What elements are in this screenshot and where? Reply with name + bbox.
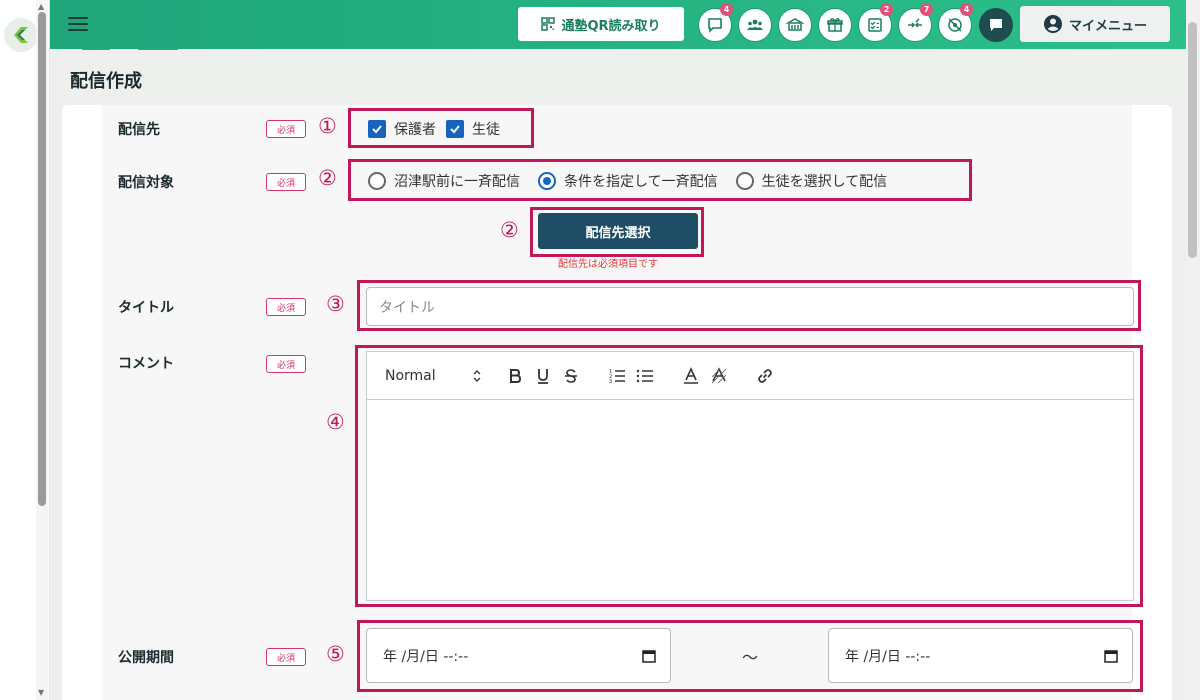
period-label: 公開期間 [118, 650, 174, 666]
scroll-down-arrow-icon[interactable]: ▼ [38, 688, 44, 697]
checkbox-student-label: 生徒 [472, 122, 500, 138]
start-datetime-input[interactable]: 年 /月/日 --:-- [366, 628, 671, 683]
required-badge: 必須 [266, 648, 306, 666]
radio-condition-broadcast[interactable]: 条件を指定して一斉配信 [538, 171, 718, 191]
format-select-value: Normal [385, 367, 436, 384]
annotation-number: ⑤ [326, 642, 345, 666]
link-icon[interactable] [755, 366, 775, 386]
checklist-badge: 2 [880, 3, 893, 16]
transfer-button[interactable]: 7 [898, 3, 933, 42]
location-off-button[interactable]: 4 [938, 3, 973, 42]
my-menu-button[interactable]: マイメニュー [1020, 6, 1170, 42]
transfer-icon [908, 18, 922, 28]
radio-unchecked-icon[interactable] [735, 172, 754, 190]
ordered-list-icon[interactable]: 123 [607, 366, 627, 386]
checklist-button[interactable]: 2 [858, 3, 893, 42]
destination-checkboxes: 保護者 生徒 [368, 119, 510, 139]
my-menu-label: マイメニュー [1068, 18, 1147, 34]
checkbox-checked-icon[interactable] [368, 120, 386, 138]
radio-unchecked-icon[interactable] [368, 172, 386, 190]
required-badge: 必須 [266, 173, 306, 191]
checkbox-guardian[interactable]: 保護者 [368, 119, 436, 139]
period-separator: ～ [742, 648, 759, 667]
account-icon [1043, 15, 1062, 33]
radio-checked-icon[interactable] [538, 172, 556, 190]
scroll-up-arrow-icon[interactable]: ▲ [38, 2, 44, 11]
sidebar-scroll-thumb[interactable] [38, 12, 46, 506]
title-label: タイトル [118, 300, 174, 316]
calendar-icon[interactable] [1104, 649, 1118, 663]
underline-icon[interactable] [533, 366, 553, 386]
required-badge: 必須 [266, 298, 306, 316]
format-select[interactable]: Normal [385, 368, 481, 384]
gift-icon [827, 18, 843, 32]
school-icon [786, 18, 804, 31]
message-icon [990, 19, 1002, 31]
checklist-icon [868, 18, 882, 32]
required-badge: 必須 [266, 120, 306, 138]
target-radio-group: 沼津駅前に一斉配信 条件を指定して一斉配信 生徒を選択して配信 [368, 171, 905, 191]
svg-text:3: 3 [609, 379, 612, 384]
destination-label: 配信先 [118, 122, 160, 138]
strikethrough-icon[interactable] [561, 366, 581, 386]
annotation-number: ② [500, 218, 519, 242]
required-badge: 必須 [266, 355, 306, 373]
radio-school-broadcast[interactable]: 沼津駅前に一斉配信 [368, 171, 520, 191]
checkbox-student[interactable]: 生徒 [446, 119, 500, 139]
transfer-badge: 7 [920, 3, 933, 16]
radio-select-students-label: 生徒を選択して配信 [761, 174, 888, 190]
annotation-number: ③ [326, 292, 345, 316]
radio-condition-broadcast-label: 条件を指定して一斉配信 [564, 174, 718, 190]
end-datetime-value: 年 /月/日 --:-- [845, 648, 931, 665]
target-label: 配信対象 [118, 175, 174, 191]
checkbox-guardian-label: 保護者 [394, 122, 436, 138]
select-arrows-icon [473, 369, 481, 382]
qr-scan-label: 通塾QR読み取り [561, 18, 661, 34]
annotation-number: ④ [326, 410, 345, 434]
page-title: 配信作成 [70, 71, 142, 92]
breadcrumb [82, 49, 234, 53]
title-input[interactable]: タイトル [366, 287, 1134, 326]
chat-button[interactable]: 4 [698, 3, 733, 42]
group-icon [747, 19, 763, 30]
start-datetime-value: 年 /月/日 --:-- [383, 648, 469, 665]
menu-icon[interactable] [68, 17, 88, 31]
chat-badge: 4 [720, 3, 733, 16]
radio-select-students[interactable]: 生徒を選択して配信 [735, 171, 888, 191]
text-color-icon[interactable] [681, 366, 701, 386]
bold-icon[interactable] [505, 366, 525, 386]
comment-editor[interactable]: Normal 123 [366, 351, 1134, 601]
annotation-number: ① [318, 114, 337, 138]
comment-label: コメント [118, 356, 174, 372]
calendar-icon[interactable] [642, 649, 656, 663]
school-button[interactable] [778, 8, 812, 42]
qr-scan-button[interactable]: 通塾QR読み取り [518, 7, 684, 41]
gift-button[interactable] [818, 8, 852, 42]
checkbox-checked-icon[interactable] [446, 120, 464, 138]
end-datetime-input[interactable]: 年 /月/日 --:-- [828, 628, 1133, 683]
app-logo[interactable] [4, 18, 38, 52]
location-off-icon [948, 18, 962, 32]
page-scroll-thumb[interactable] [1188, 22, 1197, 258]
editor-toolbar: Normal 123 [367, 352, 1133, 400]
message-button[interactable] [979, 8, 1013, 42]
bullet-list-icon[interactable] [635, 366, 655, 386]
radio-school-broadcast-label: 沼津駅前に一斉配信 [394, 174, 520, 190]
destination-error-message: 配信先は必須項目です [558, 259, 658, 270]
annotation-number: ② [318, 166, 337, 190]
chat-icon [708, 18, 722, 33]
top-bar: 通塾QR読み取り 4 2 7 4 マイメニュー [50, 0, 1186, 49]
qr-icon [541, 17, 556, 31]
location-off-badge: 4 [960, 3, 973, 16]
select-destination-button[interactable]: 配信先選択 [538, 213, 698, 249]
background-color-icon[interactable] [709, 366, 729, 386]
group-button[interactable] [738, 8, 772, 42]
